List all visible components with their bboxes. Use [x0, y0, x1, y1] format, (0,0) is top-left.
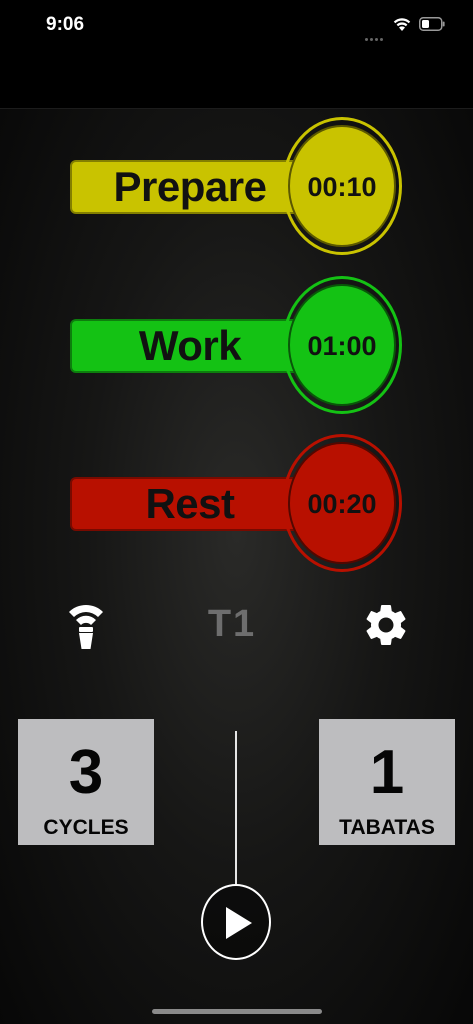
work-timer[interactable]: Work 01:00 — [70, 276, 404, 416]
prepare-label: Prepare — [113, 163, 267, 210]
rest-timer[interactable]: Rest 00:20 — [70, 434, 404, 574]
tabatas-value: 1 — [369, 738, 405, 807]
rest-label: Rest — [145, 480, 235, 527]
home-indicator[interactable] — [152, 1009, 322, 1014]
prepare-time[interactable]: 00:10 — [288, 160, 396, 214]
app-screen: 9:06 Prepare 00:10 Work 01:00 Rest 00:20… — [0, 0, 473, 1024]
gear-icon[interactable] — [361, 600, 411, 650]
tabatas-label: TABATAS — [339, 816, 435, 839]
battery-icon — [419, 17, 445, 31]
status-bar: 9:06 — [0, 0, 473, 109]
work-label: Work — [138, 322, 242, 369]
preset-label[interactable]: T1 — [196, 600, 268, 648]
rest-time[interactable]: 00:20 — [288, 477, 396, 531]
status-time: 9:06 — [46, 14, 85, 35]
prepare-timer[interactable]: Prepare 00:10 — [70, 117, 404, 257]
sound-beacon-icon[interactable] — [61, 598, 111, 649]
wifi-icon — [392, 16, 412, 32]
cycles-label: CYCLES — [43, 816, 129, 839]
signal-dots-icon — [365, 28, 385, 41]
work-time[interactable]: 01:00 — [288, 319, 396, 373]
cycles-counter[interactable]: 3 CYCLES — [18, 719, 154, 845]
tabatas-counter[interactable]: 1 TABATAS — [319, 719, 455, 845]
play-button[interactable] — [201, 884, 271, 960]
play-icon — [226, 907, 252, 939]
cycles-value: 3 — [68, 738, 104, 807]
divider-line — [235, 731, 237, 884]
